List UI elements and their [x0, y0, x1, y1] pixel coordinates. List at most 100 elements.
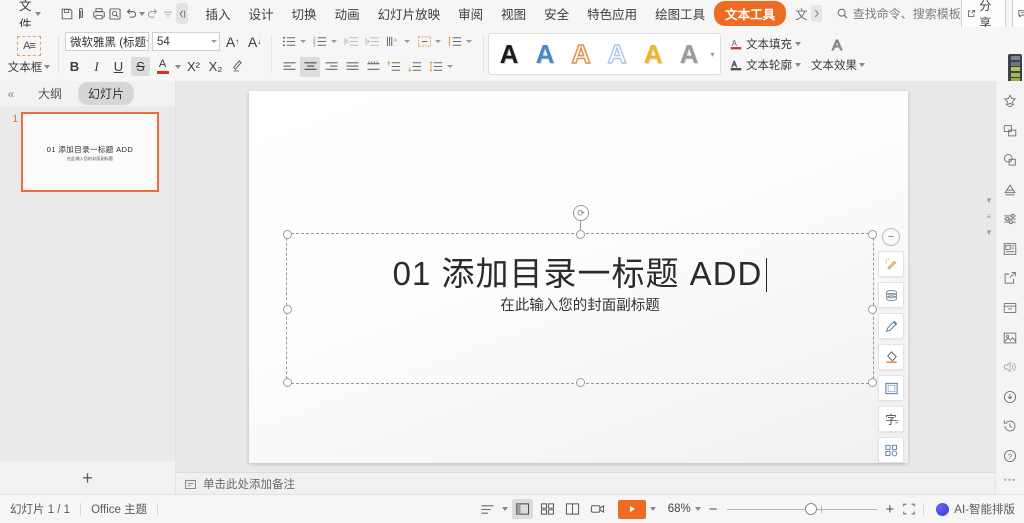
resize-handle-n[interactable] [576, 230, 585, 239]
tab-review[interactable]: 审阅 [449, 0, 492, 27]
align-text-dropdown-icon[interactable] [435, 40, 441, 43]
underline-button[interactable]: U [109, 57, 128, 76]
bullet-list-icon[interactable] [279, 32, 299, 52]
tab-scroll-right-icon[interactable] [810, 5, 822, 22]
text-fill-button[interactable]: A 文本填充 [729, 36, 801, 52]
tab-drawing-tools[interactable]: 绘图工具 [646, 0, 714, 27]
search-command-box[interactable]: 查找命令、搜索模板 [836, 5, 961, 22]
zoom-slider-knob[interactable] [804, 503, 817, 515]
picture-frame-icon[interactable] [999, 239, 1021, 260]
wordart-style-2[interactable]: A [563, 36, 599, 72]
number-list-icon[interactable]: 123 [310, 32, 330, 52]
resize-handle-sw[interactable] [283, 378, 292, 387]
list-item[interactable]: 1 01 添加目录一标题 ADD 在此输入您的封面副标题 [0, 112, 175, 192]
zoom-dropdown-icon[interactable] [694, 507, 701, 511]
share-export-icon[interactable] [999, 268, 1021, 289]
undo-dropdown-icon[interactable] [138, 11, 145, 16]
line-spacing-dropdown-icon[interactable] [447, 65, 453, 68]
print-icon[interactable] [92, 3, 106, 24]
scroll-up-icon[interactable]: ▼ [985, 196, 993, 205]
layers-icon[interactable] [878, 282, 904, 308]
tab-outline[interactable]: 大纲 [28, 82, 72, 105]
triangle-chart-icon[interactable] [999, 180, 1021, 201]
align-text-icon[interactable] [414, 32, 434, 52]
distribute-icon[interactable] [363, 57, 383, 77]
scroll-down-icon[interactable]: ▼ [985, 228, 993, 237]
resize-handle-ne[interactable] [868, 230, 877, 239]
play-slideshow-button[interactable] [617, 499, 646, 519]
slide-thumbnail-1[interactable]: 01 添加目录一标题 ADD 在此输入您的封面副标题 [21, 112, 159, 192]
rotate-icon[interactable]: ⟳ [573, 205, 589, 221]
resize-handle-e[interactable] [868, 304, 877, 314]
print-preview-icon[interactable] [108, 3, 122, 24]
design-ideas-icon[interactable] [878, 251, 904, 277]
audio-icon[interactable] [999, 357, 1021, 378]
tab-clipped[interactable]: 文 [786, 0, 810, 27]
notes-pane[interactable]: 单击此处添加备注 [176, 472, 996, 495]
font-dialog-launcher[interactable] [260, 71, 267, 78]
decrease-indent-icon[interactable] [341, 32, 361, 52]
align-center-icon[interactable] [300, 56, 320, 77]
font-name-input[interactable]: 微软雅黑 (标题 [65, 32, 149, 51]
chevron-down-icon[interactable] [211, 40, 217, 43]
column-spacing-dropdown-icon[interactable] [466, 40, 472, 43]
wordart-style-5[interactable]: A [671, 36, 707, 72]
increase-indent-icon[interactable] [362, 32, 382, 52]
font-size-input[interactable]: 54 [152, 32, 220, 51]
undo-icon[interactable] [124, 3, 138, 24]
font-color-button[interactable]: A [153, 57, 172, 76]
zoom-level-label[interactable]: 68% [668, 503, 691, 515]
wordart-gallery-more-icon[interactable]: ▾ [707, 36, 718, 72]
paragraph-dialog-launcher[interactable] [472, 71, 479, 78]
wordart-style-1[interactable]: A [527, 36, 563, 72]
tab-slides[interactable]: 幻灯片 [78, 82, 135, 105]
tab-featured-apps[interactable]: 特色应用 [578, 0, 646, 27]
number-list-dropdown-icon[interactable] [331, 40, 337, 43]
subscript-button[interactable]: X₂ [206, 57, 225, 76]
normal-view-icon[interactable] [511, 499, 533, 519]
zoom-slider[interactable] [726, 502, 877, 516]
rail-more-dots[interactable]: ••• [1004, 475, 1016, 485]
tab-slideshow[interactable]: 幻灯片放映 [369, 0, 450, 27]
slide-canvas[interactable]: ⟳ 01 添加目录一标题 ADD 在此输入您的封面副标题 − 字 ▼ ≡ ▼ 单… [176, 81, 996, 495]
zoom-in-button[interactable]: + [886, 501, 895, 518]
eraser-icon[interactable] [878, 344, 904, 370]
slide-editing-surface[interactable]: ⟳ 01 添加目录一标题 ADD 在此输入您的封面副标题 [249, 91, 908, 463]
text-direction-icon[interactable]: A [383, 32, 403, 52]
clear-format-icon[interactable] [228, 57, 247, 76]
redo-icon[interactable] [146, 3, 160, 24]
shrink-font-button[interactable]: A ↓ [245, 32, 264, 51]
star-badge-icon[interactable] [999, 91, 1021, 112]
wordart-style-3[interactable]: A [599, 36, 635, 72]
chevron-down-icon[interactable] [795, 62, 801, 67]
shape-icon[interactable] [999, 150, 1021, 171]
text-direction-dropdown-icon[interactable] [404, 40, 410, 43]
resize-handle-nw[interactable] [283, 230, 292, 239]
play-dropdown-icon[interactable] [649, 507, 656, 511]
chevron-down-icon[interactable] [795, 41, 801, 46]
minimize-icon[interactable]: − [882, 228, 900, 246]
chevron-double-left-icon[interactable]: « [0, 87, 22, 101]
chevron-down-icon[interactable] [146, 40, 148, 43]
text-effect-button[interactable]: A 文本效果 [811, 36, 865, 73]
image-icon[interactable] [999, 327, 1021, 348]
canvas-scrollbar[interactable]: ▼ ≡ ▼ [984, 196, 994, 237]
bold-button[interactable]: B [65, 57, 84, 76]
column-spacing-icon[interactable] [445, 32, 465, 52]
reading-view-icon[interactable] [562, 499, 583, 519]
align-left-icon[interactable] [279, 57, 299, 77]
bullet-list-dropdown-icon[interactable] [300, 40, 306, 43]
thumbnail-list[interactable]: 1 01 添加目录一标题 ADD 在此输入您的封面副标题 [0, 106, 175, 461]
grow-font-button[interactable]: A ↑ [223, 32, 242, 51]
line-spacing-icon[interactable] [426, 57, 446, 77]
text-format-icon[interactable]: 字 [878, 406, 904, 432]
help-circle-icon[interactable]: ? [999, 445, 1021, 466]
italic-button[interactable]: I [87, 57, 106, 76]
justify-icon[interactable] [342, 57, 362, 77]
smart-layout-icon[interactable] [878, 437, 904, 463]
tab-text-tools[interactable]: 文本工具 [714, 1, 787, 26]
tab-animations[interactable]: 动画 [326, 0, 369, 27]
chevron-down-icon[interactable] [859, 62, 865, 67]
wordart-style-0[interactable]: A [491, 36, 527, 72]
align-right-icon[interactable] [321, 57, 341, 77]
